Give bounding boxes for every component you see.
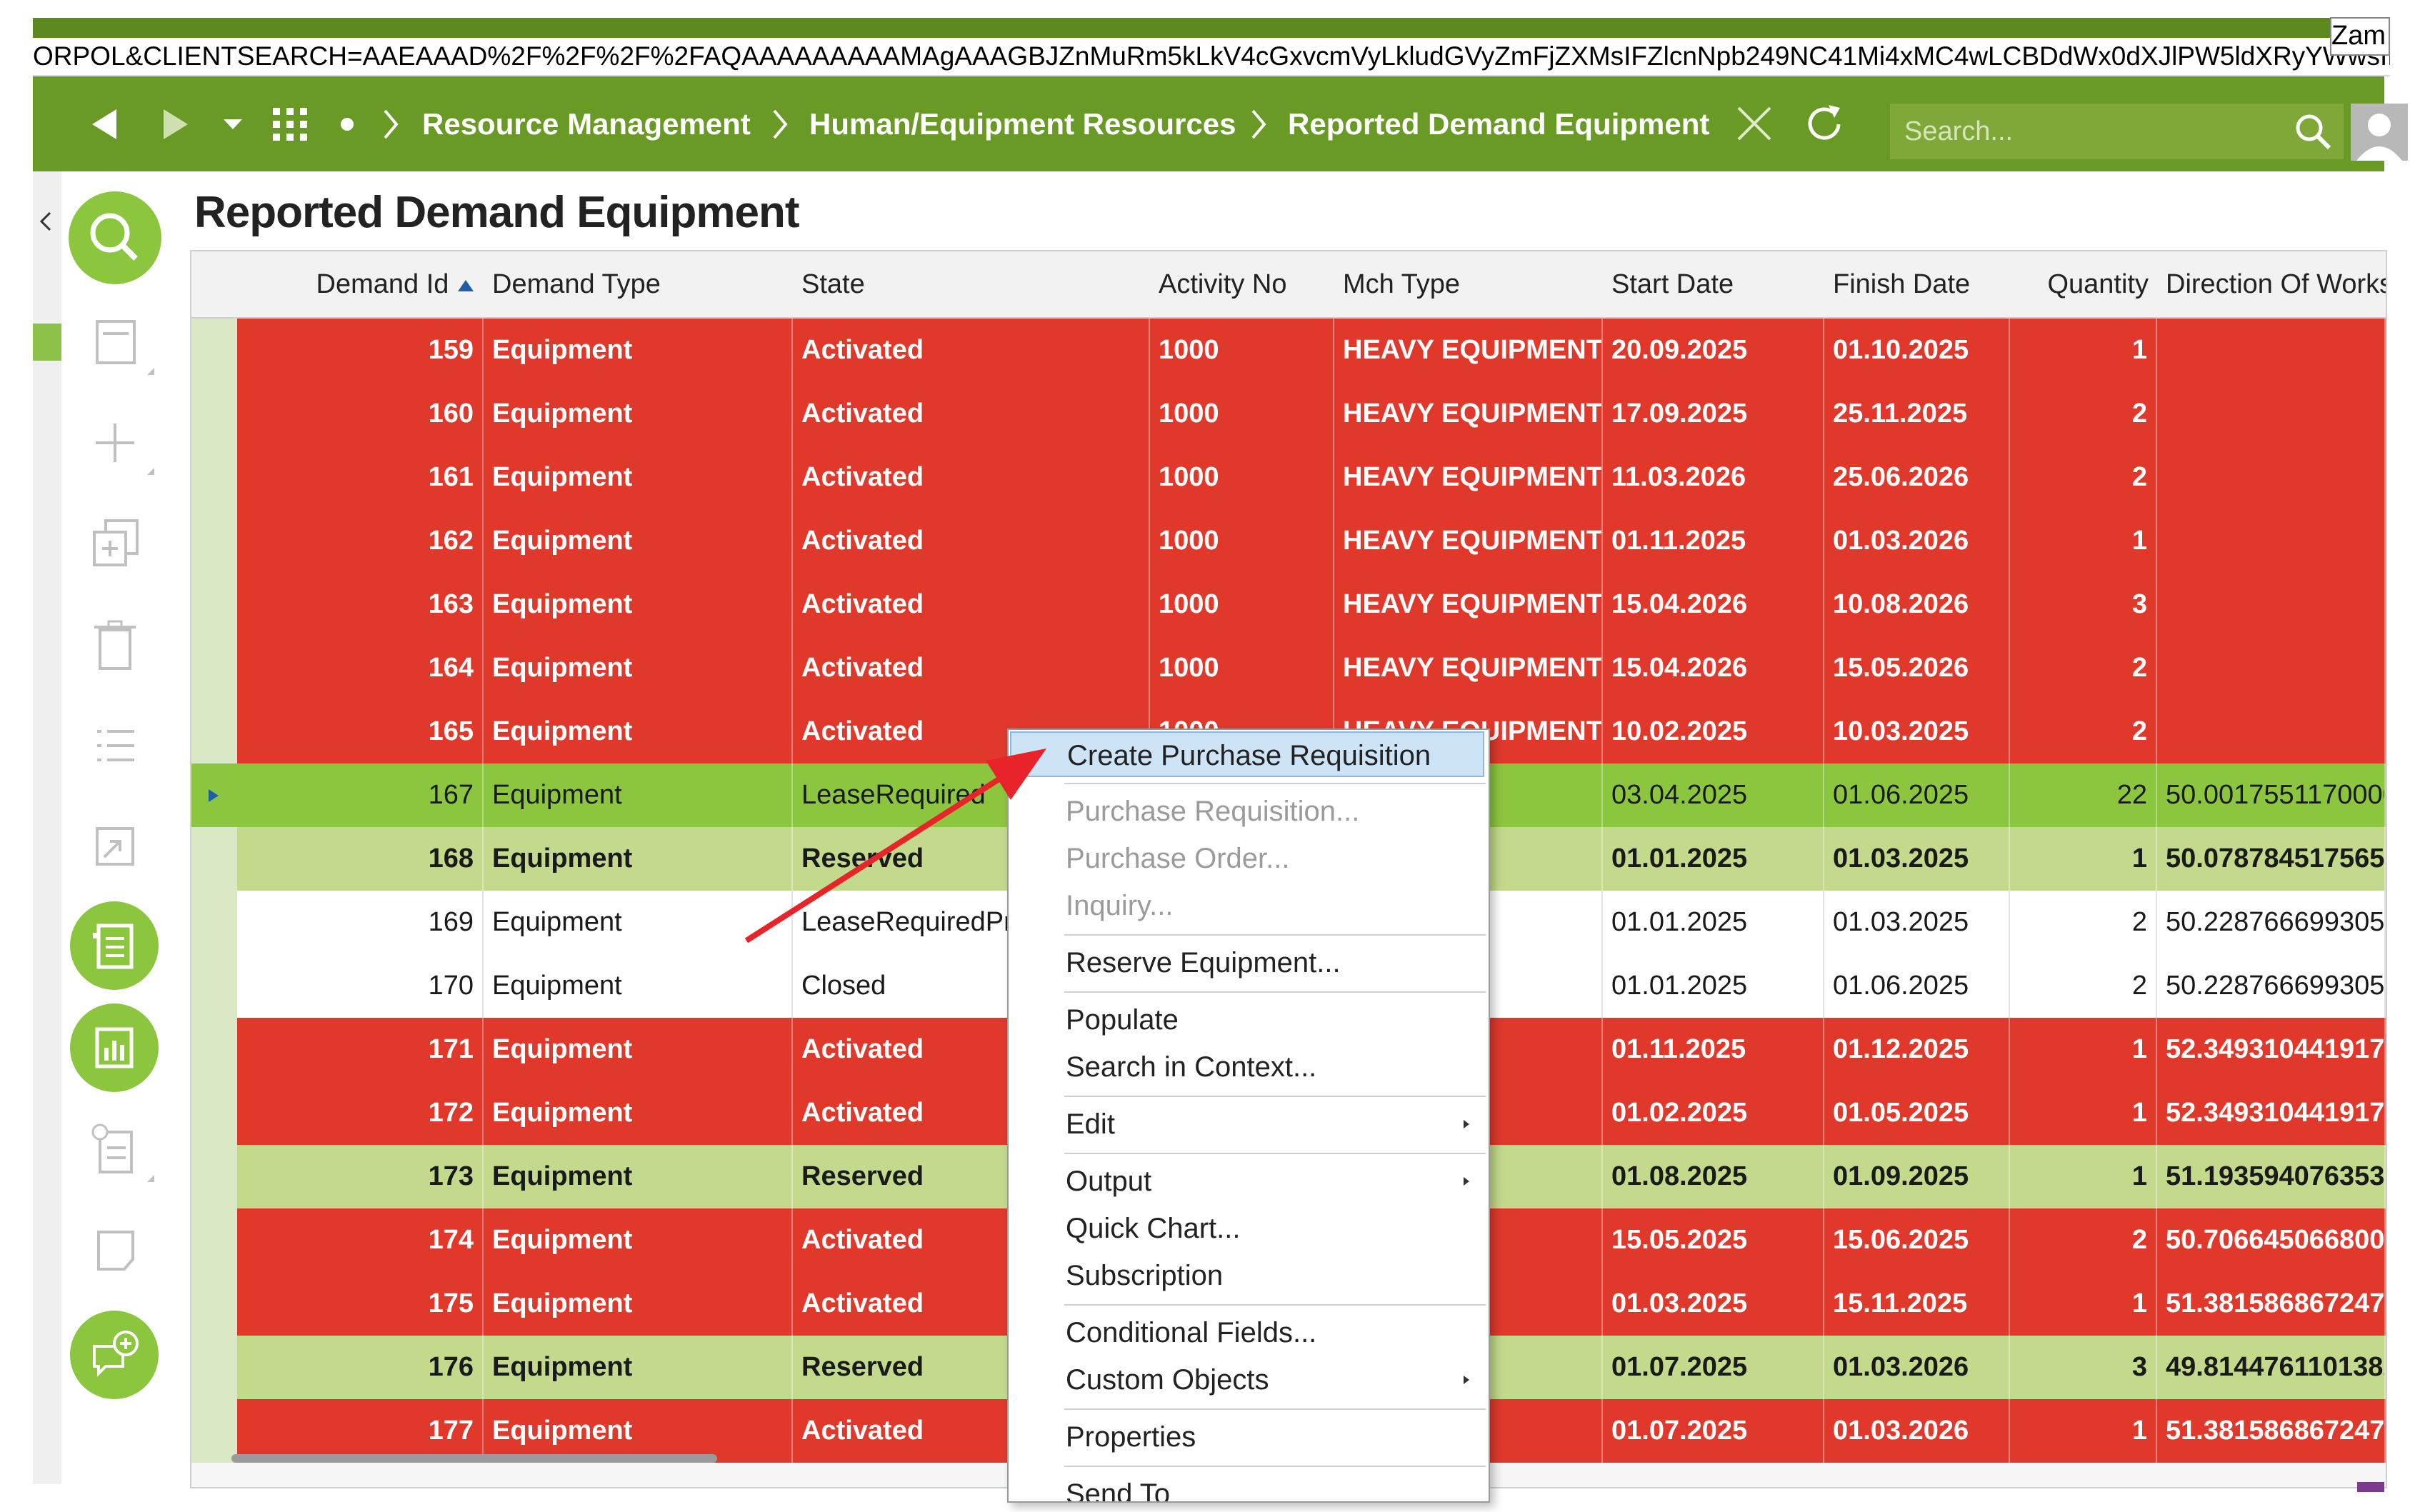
corner-indicator: [2357, 1482, 2384, 1492]
annotation-arrow-icon: [744, 749, 1046, 943]
